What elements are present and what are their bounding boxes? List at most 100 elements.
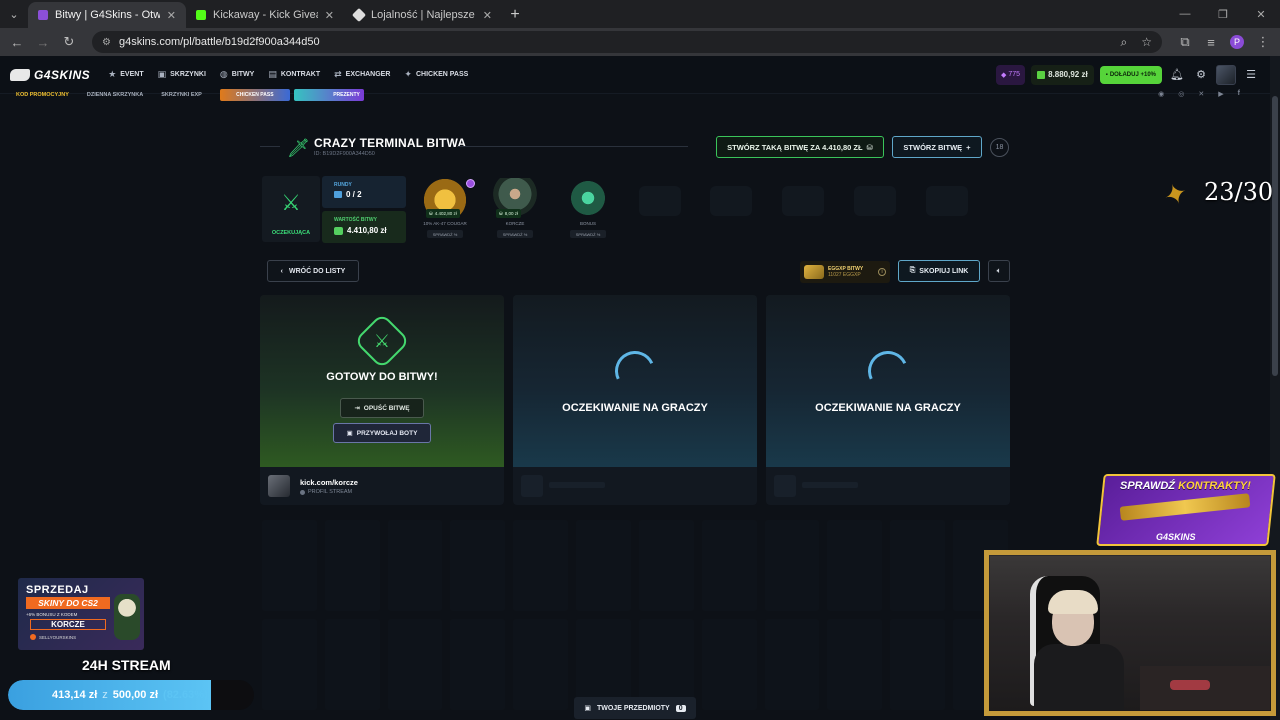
coin-icon: ⛁ bbox=[499, 210, 503, 216]
gems-badge[interactable]: ◆ 775 bbox=[996, 64, 1026, 85]
daily-case-link[interactable]: DZIENNA SKRZYNKA bbox=[87, 92, 143, 98]
create-same-battle-button[interactable]: STWÓRZ TAKĄ BITWĘ ZA 4.410,80 ZŁ ⛁ bbox=[716, 136, 884, 158]
exchange-icon: ⇄ bbox=[334, 69, 342, 79]
nav-chicken-pass[interactable]: ✦ CHICKEN PASS bbox=[404, 69, 468, 80]
nav-cases[interactable]: ▣ SKRZYNKI bbox=[158, 69, 206, 80]
bookmark-star-icon[interactable]: ☆ bbox=[1141, 35, 1152, 49]
case-item[interactable]: BONUS SPRAWDŹ % bbox=[555, 176, 621, 242]
balance-display[interactable]: 8.880,92 zł bbox=[1031, 64, 1094, 85]
bell-icon[interactable]: 🔔︎ bbox=[1168, 68, 1186, 81]
forward-arrow-icon[interactable]: → bbox=[32, 31, 54, 53]
coin-icon: ⛁ bbox=[429, 210, 433, 216]
drop-placeholder bbox=[450, 619, 506, 710]
facebook-icon[interactable]: f bbox=[1238, 90, 1240, 98]
nav-contract[interactable]: ▤ KONTRAKT bbox=[268, 69, 320, 80]
site-logo[interactable]: G4SKINS bbox=[10, 68, 90, 82]
stream-label: 24H STREAM bbox=[82, 657, 171, 673]
goal-text: 413,14 zł z 500,00 zł (82.63%) bbox=[52, 689, 208, 701]
speaker-icon: 🔈︎ bbox=[996, 266, 1002, 275]
topup-label: DOŁADUJ +10% bbox=[1109, 71, 1156, 78]
exp-cases-link[interactable]: SKRZYNKI EXP bbox=[161, 92, 202, 98]
tab-search-chevron-icon[interactable]: ⌄ bbox=[0, 0, 28, 28]
close-icon[interactable]: ✕ bbox=[325, 9, 334, 22]
extensions-icon[interactable]: ⧉ bbox=[1174, 31, 1196, 53]
eggxp-value: 11027 EGGXP bbox=[828, 272, 861, 278]
browser-tab-g4skins[interactable]: Bitwy | G4Skins - Otwieraj skrzynki ✕ bbox=[28, 2, 186, 28]
name-placeholder bbox=[549, 482, 605, 488]
rounds-card: RUNDY 0 / 2 bbox=[322, 176, 406, 208]
minimize-icon[interactable]: — bbox=[1166, 0, 1204, 28]
drops-placeholder-grid bbox=[262, 520, 1008, 710]
drop-placeholder bbox=[890, 619, 946, 710]
gear-icon[interactable]: ⚙ bbox=[1192, 68, 1210, 81]
browser-tab-kickaway[interactable]: Kickaway - Kick Giveaway Tool ✕ bbox=[186, 2, 344, 28]
profile-button[interactable]: P bbox=[1226, 31, 1248, 53]
reload-icon[interactable]: ↻ bbox=[58, 31, 80, 53]
instagram-icon[interactable]: ◎ bbox=[1178, 90, 1184, 98]
browser-tab-loyalty[interactable]: Lojalność | Najlepsze oprogramowanie ✕ bbox=[344, 2, 502, 28]
check-odds-button[interactable]: SPRAWDŹ % bbox=[497, 230, 533, 238]
media-icon[interactable]: ≡ bbox=[1200, 31, 1222, 53]
wallet-icon: ▪ bbox=[1105, 71, 1108, 78]
new-tab-plus-icon[interactable]: + bbox=[502, 2, 528, 28]
maximize-icon[interactable]: ❐ bbox=[1204, 0, 1242, 28]
hamburger-menu-icon[interactable]: ☰ bbox=[1242, 68, 1260, 81]
battle-id: ID: B19D2F900A344D50 bbox=[314, 151, 375, 157]
nav-label: SKRZYNKI bbox=[170, 71, 206, 78]
chicken-pass-banner[interactable]: CHICKEN PASS bbox=[219, 89, 290, 101]
scrollbar-thumb[interactable] bbox=[1272, 96, 1278, 376]
empty-case-slot bbox=[770, 176, 836, 242]
close-icon[interactable]: ✕ bbox=[483, 9, 492, 22]
rounds-value: 0 / 2 bbox=[346, 190, 362, 199]
coin-icon: ⛁ bbox=[866, 142, 873, 152]
promo-code-link[interactable]: KOD PROMOCYJNY bbox=[16, 92, 69, 98]
copy-label: SKOPIUJ LINK bbox=[919, 267, 969, 275]
youtube-icon[interactable]: ▶ bbox=[1218, 90, 1223, 98]
drop-placeholder bbox=[262, 520, 317, 611]
create-battle-button[interactable]: STWÓRZ BITWĘ + bbox=[892, 136, 982, 158]
nav-battles[interactable]: ◍ BITWY bbox=[220, 69, 254, 80]
player-info-bar-empty bbox=[513, 467, 757, 505]
call-bots-button[interactable]: ▣ PRZYWOŁAJ BOTY bbox=[333, 423, 431, 443]
gifts-banner[interactable]: PREZENTY bbox=[293, 89, 364, 101]
nav-event[interactable]: ★ EVENT bbox=[108, 69, 143, 80]
nav-exchanger[interactable]: ⇄ EXCHANGER bbox=[334, 69, 390, 80]
close-icon[interactable]: ✕ bbox=[167, 9, 176, 22]
case-placeholder bbox=[926, 186, 968, 216]
goal-target: 500,00 zł bbox=[112, 689, 159, 701]
empty-case-slot bbox=[627, 176, 693, 242]
close-window-icon[interactable]: ✕ bbox=[1242, 0, 1280, 28]
sell-ad-brand: SELLYOURSKINS bbox=[30, 634, 76, 640]
x-icon[interactable]: ✕ bbox=[1198, 90, 1204, 98]
case-price: ⛁ 4.402,80 zł bbox=[426, 209, 460, 218]
chicken-pass-banner-label: CHICKEN PASS bbox=[236, 92, 274, 98]
your-items-button[interactable]: ▣ TWOJE PRZEDMIOTY 0 bbox=[574, 697, 696, 719]
check-odds-button[interactable]: SPRAWDŹ % bbox=[570, 230, 606, 238]
zoom-icon[interactable]: ⌕ bbox=[1121, 35, 1128, 50]
back-to-list-button[interactable]: ‹ WRÓĆ DO LISTY bbox=[267, 260, 359, 282]
case-item[interactable]: ⛁ 4.402,80 zł 10% AK-47 COUGAR SPRAWDŹ % bbox=[412, 176, 478, 242]
case-placeholder bbox=[782, 186, 824, 216]
gifts-banner-label: PREZENTY bbox=[333, 92, 360, 98]
copy-link-button[interactable]: ⎘ SKOPIUJ LINK bbox=[898, 260, 980, 282]
user-avatar[interactable] bbox=[1216, 64, 1236, 85]
address-bar[interactable]: ⚙ g4skins.com/pl/battle/b19d2f900a344d50… bbox=[92, 31, 1162, 53]
sell-ad-line3: +6% BONUSU Z KODEM bbox=[26, 612, 78, 617]
tab-title: Bitwy | G4Skins - Otwieraj skrzynki bbox=[55, 9, 160, 21]
check-odds-button[interactable]: SPRAWDŹ % bbox=[427, 230, 463, 238]
topup-button[interactable]: ▪ DOŁADUJ +10% bbox=[1099, 65, 1162, 84]
case-price-value: 8,00 zł bbox=[504, 211, 519, 216]
case-item[interactable]: ⛁ 8,00 zł KORCZE SPRAWDŹ % bbox=[482, 176, 548, 242]
back-arrow-icon[interactable]: ← bbox=[6, 31, 28, 53]
player-profile-link[interactable]: PROFIL STREAM bbox=[300, 489, 352, 495]
info-icon[interactable]: i bbox=[878, 268, 886, 276]
more-menu-icon[interactable]: ⋮ bbox=[1252, 31, 1274, 53]
battle-status-card: ⚔ OCZEKUJĄCA bbox=[262, 176, 320, 242]
eggxp-info: EGGXP BITWY 11027 EGGXP i bbox=[800, 261, 890, 283]
value-amount-row: 4.410,80 zł bbox=[334, 226, 387, 235]
discord-icon[interactable]: ◉ bbox=[1158, 90, 1164, 98]
site-info-icon[interactable]: ⚙ bbox=[102, 37, 111, 48]
player-info-bar[interactable]: kick.com/korcze PROFIL STREAM bbox=[260, 467, 504, 505]
leave-battle-button[interactable]: ⇥ OPUŚĆ BITWĘ bbox=[340, 398, 424, 418]
sound-toggle-button[interactable]: 🔈︎ bbox=[988, 260, 1010, 282]
